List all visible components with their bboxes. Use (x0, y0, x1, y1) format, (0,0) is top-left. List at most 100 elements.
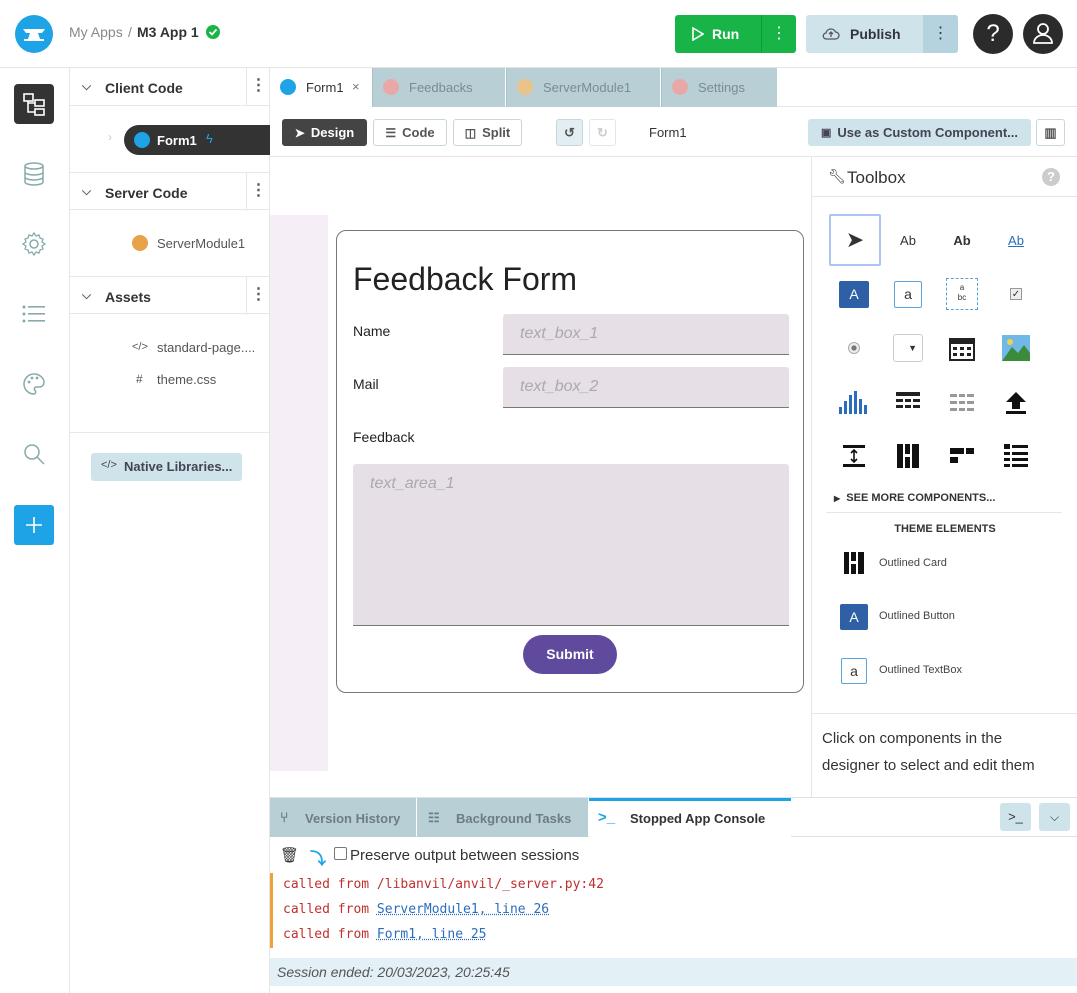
checkbox-tool[interactable]: ✓ (996, 274, 1036, 314)
code-button[interactable]: ☰ Code (373, 119, 447, 146)
toolbox-title: Toolbox (847, 168, 906, 188)
trash-icon[interactable]: 🗑︎ (280, 846, 299, 864)
rich-text-tool[interactable]: Ab (942, 220, 982, 260)
dropdown-tool[interactable]: ▼ (888, 328, 928, 368)
theme-item-outlined-card[interactable]: Outlined Card (840, 549, 1070, 579)
open-terminal-button[interactable]: >_ (1000, 803, 1031, 831)
list-icon[interactable] (14, 294, 54, 334)
tree-item-form1[interactable]: Form1 ϟ (124, 125, 270, 155)
data-grid-tool[interactable] (888, 382, 928, 422)
form-title[interactable]: Feedback Form (353, 261, 577, 298)
palette-icon[interactable] (14, 364, 54, 404)
settings-gear-icon[interactable] (14, 224, 54, 264)
button-icon: A (839, 281, 869, 308)
client-code-menu-button[interactable]: ⋮ (246, 68, 270, 106)
assets-section[interactable]: ⌵ Assets ⋮ (70, 276, 270, 314)
tree-item-label: theme.css (157, 372, 216, 387)
use-as-custom-component-button[interactable]: ▣ Use as Custom Component... (808, 119, 1031, 146)
paper-plane-icon: ➤ (295, 126, 305, 140)
console-line: called from ServerModule1, line 26 (270, 898, 1077, 923)
breadcrumb-my-apps[interactable]: My Apps (69, 24, 123, 40)
native-libraries-button[interactable]: </> Native Libraries... (91, 453, 242, 481)
tab-label: Form1 (306, 80, 344, 95)
upload-icon (1004, 390, 1028, 414)
app-name[interactable]: M3 App 1 (137, 24, 199, 40)
design-button[interactable]: ➤ Design (282, 119, 367, 146)
tab-label: Settings (698, 80, 745, 95)
image-tool[interactable] (996, 328, 1036, 368)
traceback-link[interactable]: Form1, line 25 (377, 927, 487, 942)
see-more-components-link[interactable]: ▶ SEE MORE COMPONENTS... (834, 492, 995, 504)
feedback-label[interactable]: Feedback (353, 429, 414, 445)
search-icon[interactable] (14, 434, 54, 474)
console-output: 🗑︎ ⤵ Preserve output between sessions ca… (270, 837, 1077, 993)
plot-tool[interactable] (834, 382, 874, 422)
link-tool[interactable]: Ab (996, 220, 1036, 260)
mail-text-box[interactable]: text_box_2 (503, 367, 789, 408)
split-label: Split (482, 125, 510, 140)
theme-item-outlined-button[interactable]: A Outlined Button (840, 602, 1070, 632)
toggle-panel-button[interactable]: ▥ (1036, 119, 1065, 146)
file-loader-tool[interactable] (996, 382, 1036, 422)
client-code-section[interactable]: ⌵ Client Code ⋮ (70, 68, 270, 106)
publish-options-button[interactable]: ⋮ (923, 15, 958, 53)
tab-version-history[interactable]: ⑂ Version History (270, 798, 416, 838)
tab-form1[interactable]: Form1 × (270, 68, 372, 107)
mail-label[interactable]: Mail (353, 376, 379, 392)
account-button[interactable] (1023, 14, 1063, 54)
redo-button[interactable]: ↻ (589, 119, 616, 146)
traceback-link[interactable]: ServerModule1, line 26 (377, 902, 549, 917)
textarea-tool[interactable]: a bc (942, 274, 982, 314)
repeating-icon (950, 392, 974, 412)
theme-elements-heading: THEME ELEMENTS (812, 523, 1077, 535)
add-feature-icon[interactable] (14, 505, 54, 545)
tab-background-tasks[interactable]: ☷ Background Tasks (417, 798, 588, 838)
collapse-panel-button[interactable]: ⌵ (1039, 803, 1070, 831)
label-tool[interactable]: Ab (888, 220, 928, 260)
datepicker-tool[interactable] (942, 328, 982, 368)
split-button[interactable]: ◫ Split (453, 119, 522, 146)
flow-panel-tool[interactable] (942, 436, 982, 476)
help-button[interactable]: ? (973, 14, 1013, 54)
publish-button[interactable]: Publish ⋮ (806, 15, 958, 53)
breadcrumb-separator: / (128, 24, 132, 40)
server-code-menu-button[interactable]: ⋮ (246, 173, 270, 211)
custom-component-label: Use as Custom Component... (837, 125, 1018, 140)
run-button[interactable]: Run ⋮ (675, 15, 796, 53)
button-tool[interactable]: A (834, 274, 874, 314)
name-text-box[interactable]: text_box_1 (503, 314, 789, 355)
preserve-output-checkbox[interactable] (334, 847, 347, 860)
form-icon (280, 79, 296, 95)
undo-button[interactable]: ↺ (556, 119, 583, 146)
textbox-tool[interactable]: a (888, 274, 928, 314)
run-options-button[interactable]: ⋮ (761, 15, 796, 53)
pointer-tool[interactable]: ➤ (829, 214, 881, 266)
run-label: Run (712, 26, 739, 42)
flow-icon (950, 448, 974, 464)
help-icon[interactable]: ? (1042, 168, 1060, 186)
tab-stopped-app-console[interactable]: >_ Stopped App Console (589, 798, 791, 838)
submit-button[interactable]: Submit (523, 635, 617, 674)
git-branch-icon: ⑂ (280, 809, 288, 825)
chevron-right-icon: › (108, 130, 112, 144)
database-icon[interactable] (14, 154, 54, 194)
scroll-bottom-icon[interactable]: ⤵ (310, 845, 326, 869)
name-label[interactable]: Name (353, 323, 390, 339)
linear-panel-tool[interactable] (996, 436, 1036, 476)
theme-item-outlined-textbox[interactable]: a Outlined TextBox (840, 656, 1070, 686)
anvil-logo[interactable] (15, 15, 53, 53)
repeating-panel-tool[interactable] (942, 382, 982, 422)
assets-menu-button[interactable]: ⋮ (246, 277, 270, 315)
spacer-tool[interactable] (834, 436, 874, 476)
app-browser-icon[interactable] (14, 84, 54, 124)
radio-tool[interactable] (834, 328, 874, 368)
close-icon[interactable]: × (352, 79, 360, 94)
tab-settings[interactable]: Settings (661, 68, 777, 107)
column-panel-tool[interactable] (888, 436, 928, 476)
tab-servermodule1[interactable]: ServerModule1 (506, 68, 660, 107)
server-code-section[interactable]: ⌵ Server Code ⋮ (70, 172, 270, 210)
feedback-text-area[interactable]: text_area_1 (353, 464, 789, 626)
tab-feedbacks[interactable]: Feedbacks (372, 68, 505, 107)
panel-icon: ▥ (1044, 125, 1056, 141)
feedback-form-card[interactable]: Feedback Form Name text_box_1 Mail text_… (336, 230, 804, 693)
